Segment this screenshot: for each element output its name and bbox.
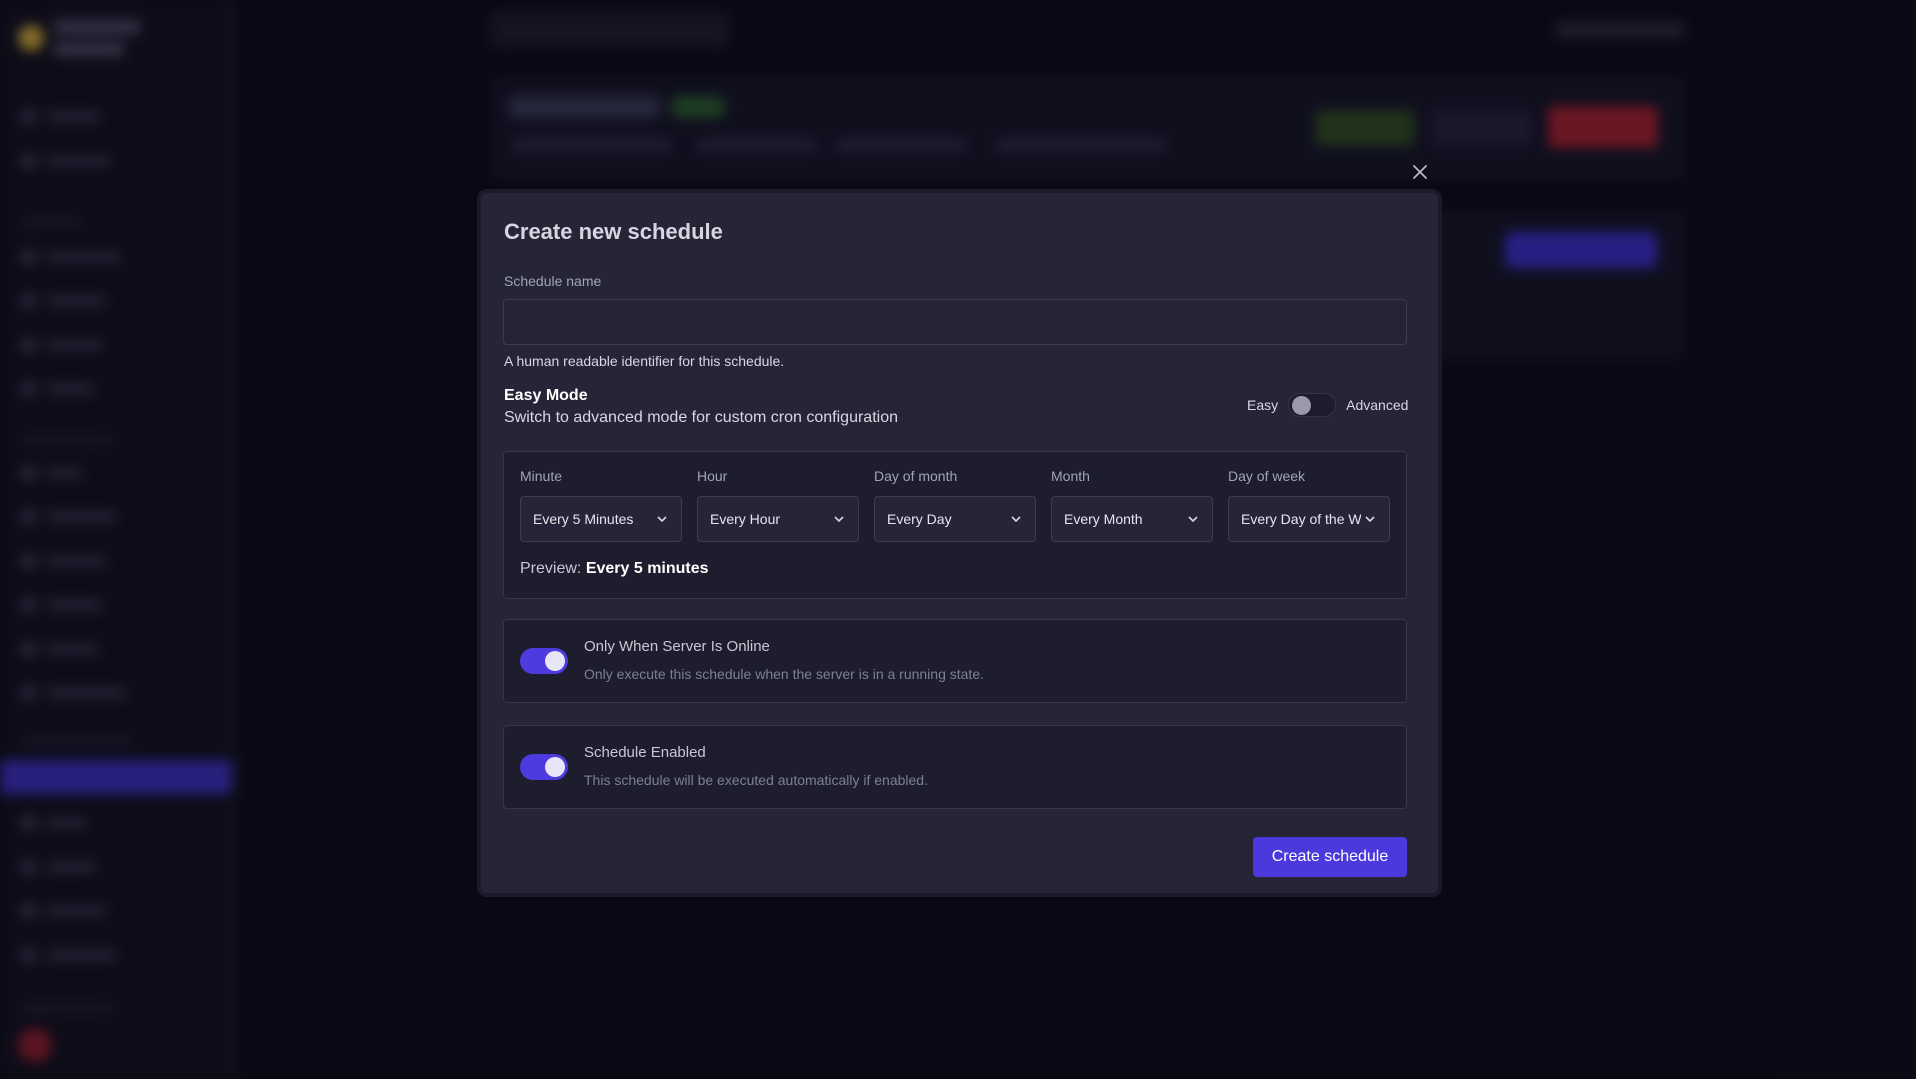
select-value: Every Month — [1064, 511, 1143, 527]
cron-label: Hour — [697, 468, 728, 484]
day-of-month-select[interactable]: Every Day — [874, 496, 1036, 542]
hour-select[interactable]: Every Hour — [697, 496, 859, 542]
toggle-knob — [1292, 396, 1312, 415]
select-value: Every Hour — [710, 511, 781, 527]
option-description: Only execute this schedule when the serv… — [584, 666, 984, 682]
cron-label: Month — [1051, 468, 1090, 484]
schedule-name-input[interactable] — [503, 299, 1407, 345]
cron-builder: Minute Every 5 Minutes Hour Every Hour D… — [503, 451, 1407, 599]
preview-value: Every 5 minutes — [585, 560, 709, 577]
cron-field-month: Month Every Month — [1051, 468, 1213, 542]
cron-label: Day of month — [874, 468, 958, 484]
mode-switch: Easy Advanced — [1247, 393, 1408, 417]
select-value: Every Day — [887, 511, 952, 527]
create-schedule-button[interactable]: Create schedule — [1253, 837, 1407, 877]
chevron-down-icon — [657, 516, 667, 523]
select-value: Every Day of the Week — [1241, 511, 1361, 527]
close-icon — [1413, 165, 1427, 179]
minute-select[interactable]: Every 5 Minutes — [520, 496, 682, 542]
chevron-down-icon — [1011, 516, 1021, 523]
schedule-name-hint: A human readable identifier for this sch… — [504, 353, 785, 369]
close-button[interactable] — [1407, 159, 1433, 185]
option-description: This schedule will be executed automatic… — [584, 772, 928, 788]
create-schedule-modal: Create new schedule Schedule name A huma… — [477, 189, 1442, 897]
cron-label: Minute — [520, 468, 563, 484]
mode-title: Easy Mode — [504, 387, 588, 404]
cron-field-hour: Hour Every Hour — [697, 468, 859, 542]
cron-preview: Preview: Every 5 minutes — [520, 560, 709, 578]
schedule-name-label: Schedule name — [504, 273, 602, 289]
day-of-week-select[interactable]: Every Day of the Week — [1228, 496, 1390, 542]
mode-easy-label: Easy — [1247, 397, 1279, 413]
toggle-knob — [545, 651, 565, 671]
schedule-enabled-toggle[interactable] — [520, 754, 568, 780]
chevron-down-icon — [1365, 516, 1375, 523]
only-when-online-toggle[interactable] — [520, 648, 568, 674]
cron-label: Day of week — [1228, 468, 1306, 484]
cron-field-minute: Minute Every 5 Minutes — [520, 468, 682, 542]
modal-title: Create new schedule — [504, 219, 723, 244]
toggle-knob — [545, 757, 565, 777]
select-value: Every 5 Minutes — [533, 511, 634, 527]
preview-label: Preview: — [520, 560, 582, 577]
chevron-down-icon — [1188, 516, 1198, 523]
cron-field-day-of-week: Day of week Every Day of the Week — [1228, 468, 1390, 542]
option-only-when-online: Only When Server Is Online Only execute … — [503, 619, 1407, 703]
mode-advanced-label: Advanced — [1346, 397, 1409, 413]
option-title: Schedule Enabled — [584, 744, 706, 761]
cron-field-day-of-month: Day of month Every Day — [874, 468, 1036, 542]
chevron-down-icon — [834, 516, 844, 523]
mode-toggle[interactable] — [1288, 393, 1337, 417]
option-title: Only When Server Is Online — [584, 638, 770, 655]
month-select[interactable]: Every Month — [1051, 496, 1213, 542]
mode-description: Switch to advanced mode for custom cron … — [504, 409, 898, 426]
option-schedule-enabled: Schedule Enabled This schedule will be e… — [503, 725, 1407, 809]
